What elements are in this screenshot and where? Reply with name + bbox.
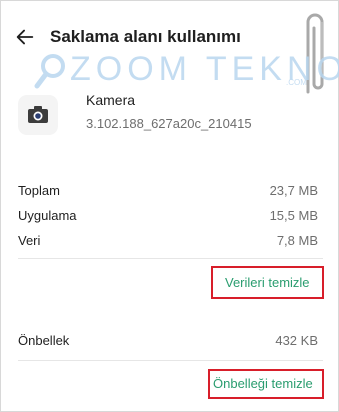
page-title: Saklama alanı kullanımı <box>50 27 241 46</box>
storage-value: 23,7 MB <box>269 183 318 198</box>
cache-label: Önbellek <box>18 333 70 348</box>
watermark-suffix: .COM <box>286 78 307 87</box>
storage-label: Veri <box>18 233 41 248</box>
app-name: Kamera <box>86 92 136 108</box>
watermark-logo: ZOOM TEKNO .COM <box>30 48 339 94</box>
cache-value: 432 KB <box>275 333 318 348</box>
divider <box>18 360 323 361</box>
clear-cache-button[interactable]: Önbelleği temizle <box>213 376 313 391</box>
camera-glyph <box>28 106 48 123</box>
storage-row-data: Veri 7,8 MB <box>18 233 318 251</box>
storage-value: 15,5 MB <box>269 208 318 223</box>
storage-label: Toplam <box>18 183 60 198</box>
storage-value: 7,8 MB <box>276 233 318 248</box>
divider <box>18 258 323 259</box>
storage-row-app: Uygulama 15,5 MB <box>18 208 318 226</box>
app-version: 3.102.188_627a20c_210415 <box>86 116 252 131</box>
storage-label: Uygulama <box>18 208 77 223</box>
camera-icon <box>18 95 58 135</box>
clear-data-button[interactable]: Verileri temizle <box>225 275 310 290</box>
arrow-left-icon[interactable] <box>14 26 36 48</box>
storage-row-total: Toplam 23,7 MB <box>18 183 318 201</box>
cache-row: Önbellek 432 KB <box>18 333 318 351</box>
search-icon <box>34 54 65 89</box>
